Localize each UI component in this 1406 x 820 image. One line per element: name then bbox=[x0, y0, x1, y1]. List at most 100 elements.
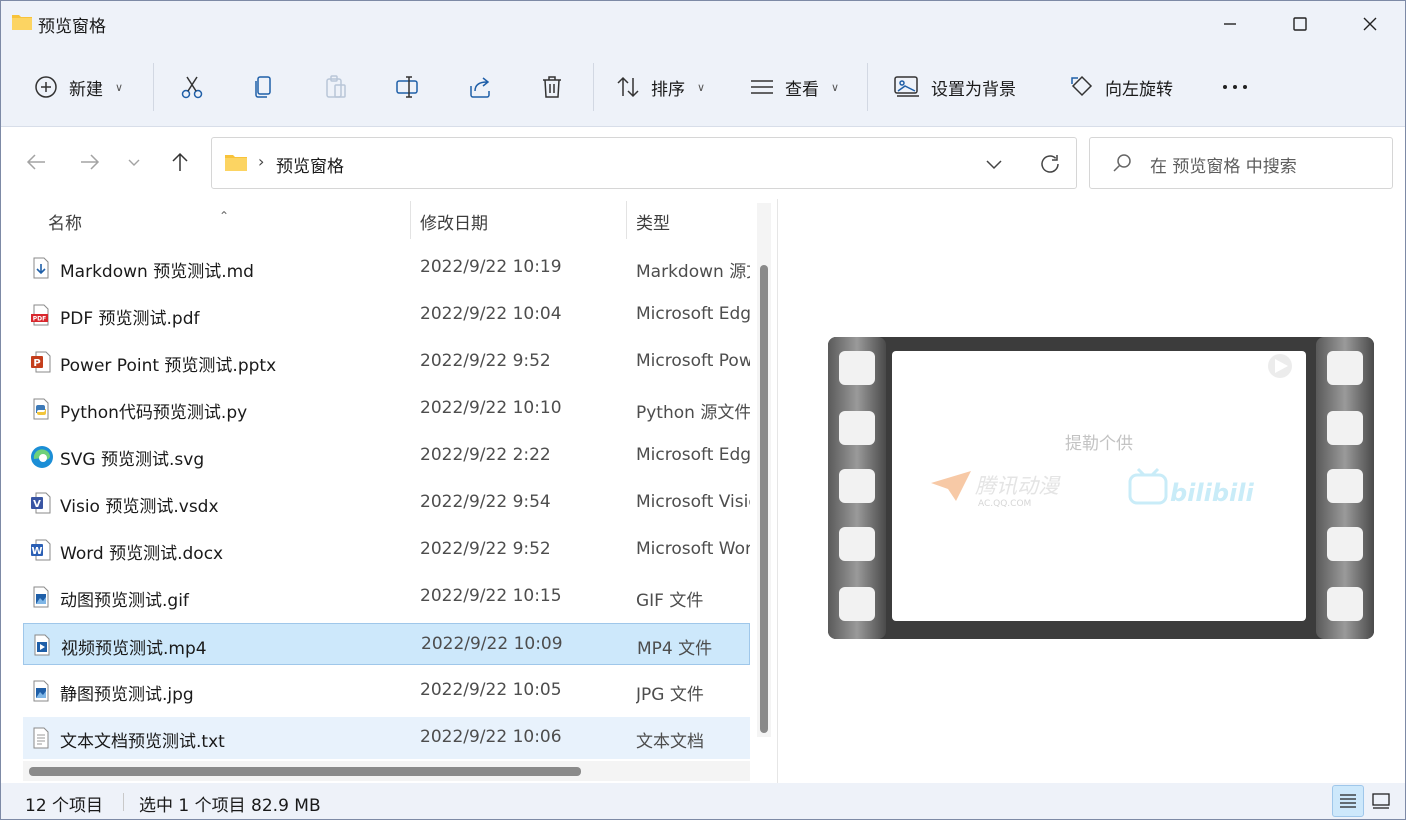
visio-file-icon: V bbox=[30, 492, 52, 514]
file-type: JPG 文件 bbox=[636, 685, 704, 705]
file-row[interactable]: Markdown 预览测试.md 2022/9/22 10:19 Markdown … bbox=[23, 247, 750, 289]
file-date: 2022/9/22 10:09 bbox=[421, 634, 563, 654]
file-type: Microsoft Edge HTML bbox=[636, 445, 750, 465]
scrollbar-thumb[interactable] bbox=[760, 265, 768, 733]
minimize-button[interactable] bbox=[1195, 1, 1265, 47]
minimize-icon bbox=[1224, 23, 1236, 25]
markdown-file-icon bbox=[30, 257, 52, 279]
search-box[interactable]: 在 预览窗格 中搜索 bbox=[1089, 137, 1393, 189]
file-row[interactable]: V Visio 预览测试.vsdx 2022/9/22 9:54 Microsoft … bbox=[23, 482, 750, 524]
new-button[interactable]: 新建 ∨ bbox=[33, 67, 123, 107]
file-list: 名称 ⌃ 修改日期 类型 Markdown 预览测试.md 2022/9/22 1… bbox=[1, 199, 777, 783]
large-icons-view-button[interactable] bbox=[1365, 785, 1397, 817]
arrow-right-icon bbox=[81, 154, 100, 170]
set-background-label: 设置为背景 bbox=[931, 79, 1016, 100]
file-type: Markdown 源文件 bbox=[636, 262, 750, 282]
forward-button[interactable] bbox=[73, 145, 107, 179]
sort-button[interactable]: 排序 ∨ bbox=[615, 67, 705, 107]
explorer-window: 预览窗格 新建 ∨ 排序 ∨ 查看 ∨ 设置为背景 向左旋转 › 预览窗格 在 … bbox=[0, 0, 1406, 820]
selection-info: 选中 1 个项目 82.9 MB bbox=[139, 796, 321, 816]
column-headers: 名称 ⌃ 修改日期 类型 bbox=[1, 199, 757, 241]
title-bar: 预览窗格 bbox=[1, 1, 1405, 47]
file-type: GIF 文件 bbox=[636, 591, 704, 611]
file-row[interactable]: 视频预览测试.mp4 2022/9/22 10:09 MP4 文件 bbox=[23, 623, 750, 665]
file-row[interactable]: W Word 预览测试.docx 2022/9/22 9:52 Microsoft W… bbox=[23, 529, 750, 571]
video-file-icon bbox=[31, 634, 53, 656]
window-title: 预览窗格 bbox=[38, 17, 106, 37]
copy-button[interactable] bbox=[251, 67, 277, 107]
svg-text:AC.QQ.COM: AC.QQ.COM bbox=[978, 499, 1031, 509]
file-type: Microsoft Visio bbox=[636, 492, 750, 512]
file-date: 2022/9/22 10:06 bbox=[420, 727, 562, 747]
more-options-button[interactable] bbox=[1221, 67, 1249, 107]
file-name: Word 预览测试.docx bbox=[60, 544, 224, 564]
set-background-button[interactable]: 设置为背景 bbox=[893, 67, 1016, 107]
details-view-button[interactable] bbox=[1332, 785, 1364, 817]
back-button[interactable] bbox=[19, 145, 53, 179]
arrow-up-icon bbox=[172, 152, 188, 171]
search-placeholder: 在 预览窗格 中搜索 bbox=[1150, 157, 1297, 177]
file-type: Microsoft PowerPoint bbox=[636, 351, 750, 371]
svg-text:bilibili: bilibili bbox=[1170, 479, 1254, 507]
cut-button[interactable] bbox=[179, 67, 205, 107]
file-name: Visio 预览测试.vsdx bbox=[60, 497, 219, 517]
address-bar[interactable]: › 预览窗格 bbox=[211, 137, 1077, 189]
preview-frame-text: 提勒个供 bbox=[1065, 434, 1133, 454]
sort-ascending-icon: ⌃ bbox=[219, 209, 230, 223]
file-row[interactable]: 静图预览测试.jpg 2022/9/22 10:05 JPG 文件 bbox=[23, 670, 750, 712]
recent-locations-button[interactable] bbox=[117, 145, 151, 179]
maximize-button[interactable] bbox=[1265, 1, 1335, 47]
python-file-icon bbox=[30, 398, 52, 420]
maximize-icon bbox=[1293, 17, 1307, 31]
file-row[interactable]: PDF PDF 预览测试.pdf 2022/9/22 10:04 Microsoft … bbox=[23, 294, 750, 336]
column-divider[interactable] bbox=[626, 201, 627, 239]
refresh-icon[interactable] bbox=[1038, 152, 1062, 176]
delete-button[interactable] bbox=[539, 67, 565, 107]
chevron-down-icon: ∨ bbox=[115, 80, 124, 94]
file-row[interactable]: P Power Point 预览测试.pptx 2022/9/22 9:52 Micr… bbox=[23, 341, 750, 383]
item-count: 12 个项目 bbox=[25, 796, 104, 816]
chevron-down-icon: ∨ bbox=[697, 80, 706, 94]
share-button[interactable] bbox=[467, 67, 493, 107]
paste-button[interactable] bbox=[323, 67, 349, 107]
status-bar: 12 个项目 选中 1 个项目 82.9 MB bbox=[1, 783, 1405, 819]
column-header-name[interactable]: 名称 bbox=[48, 209, 82, 234]
file-date: 2022/9/22 2:22 bbox=[420, 445, 551, 465]
vertical-scrollbar[interactable] bbox=[757, 203, 771, 737]
up-button[interactable] bbox=[163, 145, 197, 179]
trash-icon bbox=[543, 76, 561, 98]
new-label: 新建 bbox=[69, 79, 103, 100]
rotate-left-button[interactable]: 向左旋转 bbox=[1069, 67, 1173, 107]
file-date: 2022/9/22 10:15 bbox=[420, 586, 562, 606]
file-type: 文本文档 bbox=[636, 732, 704, 752]
file-row[interactable]: 文本文档预览测试.txt 2022/9/22 10:06 文本文档 bbox=[23, 717, 750, 759]
large-icons-view-icon bbox=[1372, 793, 1390, 809]
view-button[interactable]: 查看 ∨ bbox=[749, 67, 839, 107]
image-file-icon bbox=[30, 586, 52, 608]
chevron-down-icon[interactable] bbox=[984, 154, 1004, 174]
file-row[interactable]: SVG 预览测试.svg 2022/9/22 2:22 Microsoft Edge… bbox=[23, 435, 750, 477]
breadcrumb-item[interactable]: 预览窗格 bbox=[276, 152, 344, 177]
column-header-type[interactable]: 类型 bbox=[636, 209, 670, 234]
svg-text:V: V bbox=[33, 499, 41, 510]
horizontal-scrollbar[interactable] bbox=[23, 761, 750, 781]
file-row[interactable]: 动图预览测试.gif 2022/9/22 10:15 GIF 文件 bbox=[23, 576, 750, 618]
file-name: 视频预览测试.mp4 bbox=[61, 639, 207, 659]
file-name: 文本文档预览测试.txt bbox=[60, 732, 225, 752]
toolbar-divider bbox=[867, 63, 868, 111]
plus-circle-icon bbox=[35, 76, 57, 98]
column-divider[interactable] bbox=[410, 201, 411, 239]
close-button[interactable] bbox=[1335, 1, 1405, 47]
file-date: 2022/9/22 10:19 bbox=[420, 257, 562, 277]
folder-icon bbox=[12, 15, 32, 30]
file-row[interactable]: Python代码预览测试.py 2022/9/22 10:10 Python 源文件 bbox=[23, 388, 750, 430]
text-file-icon bbox=[30, 727, 52, 749]
chevron-down-icon: ∨ bbox=[831, 80, 840, 94]
file-type: Microsoft Word bbox=[636, 539, 750, 559]
set-background-icon bbox=[894, 76, 919, 97]
rename-button[interactable] bbox=[395, 67, 421, 107]
scrollbar-thumb[interactable] bbox=[29, 767, 581, 776]
powerpoint-file-icon: P bbox=[30, 351, 52, 373]
chevron-down-icon bbox=[128, 159, 140, 166]
column-header-date[interactable]: 修改日期 bbox=[420, 209, 488, 234]
